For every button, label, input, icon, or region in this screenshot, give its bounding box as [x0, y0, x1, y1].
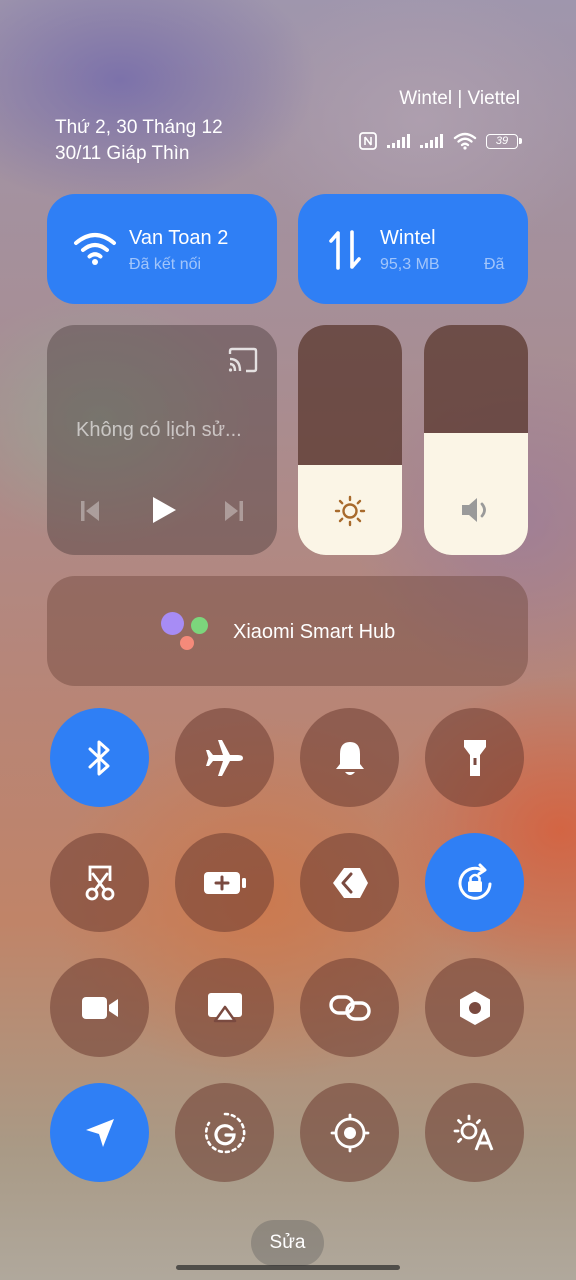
google-icon — [204, 1112, 245, 1153]
carrier-name: Wintel — [380, 227, 436, 249]
target-icon — [330, 1113, 369, 1152]
airplane-icon — [205, 739, 243, 776]
screen-cast-icon — [207, 992, 242, 1022]
flashlight-toggle[interactable] — [425, 708, 524, 807]
battery-icon: 39 — [486, 133, 522, 149]
wifi-icon — [453, 132, 477, 150]
silent-mode-toggle[interactable] — [300, 708, 399, 807]
home-indicator[interactable] — [176, 1265, 400, 1270]
settings-toggle[interactable] — [425, 958, 524, 1057]
rotation-lock-toggle[interactable] — [425, 833, 524, 932]
screen-cast-toggle[interactable] — [175, 958, 274, 1057]
status-icons: 39 — [358, 130, 522, 152]
flashlight-icon — [463, 739, 486, 776]
auto-brightness-icon — [453, 1114, 493, 1151]
video-camera-icon — [81, 996, 118, 1019]
signal-icon — [387, 134, 410, 148]
media-player[interactable]: Không có lịch sử... — [47, 325, 277, 555]
smart-hub-label: Xiaomi Smart Hub — [233, 621, 396, 643]
bluetooth-toggle[interactable] — [50, 708, 149, 807]
smart-hub-icon — [161, 612, 211, 652]
link-toggle[interactable] — [300, 958, 399, 1057]
cast-icon[interactable] — [227, 347, 259, 373]
wifi-icon — [74, 233, 116, 265]
previous-icon[interactable] — [79, 499, 101, 523]
link-icon — [328, 994, 371, 1021]
speaker-icon — [462, 498, 486, 522]
rotation-lock-icon — [458, 863, 491, 900]
battery-saver-toggle[interactable] — [175, 833, 274, 932]
date-label: Thứ 2, 30 Tháng 12 — [55, 117, 223, 138]
data-usage-suffix: Đã — [484, 256, 505, 273]
wifi-name: Van Toan 2 — [129, 227, 229, 249]
auto-brightness-toggle[interactable] — [425, 1083, 524, 1182]
data-usage: 95,3 MB — [380, 256, 440, 273]
battery-saver-icon — [203, 871, 246, 894]
lunar-date-label: 30/11 Giáp Thìn — [55, 143, 190, 164]
location-arrow-icon — [85, 1118, 114, 1147]
bell-icon — [335, 741, 364, 775]
brightness-slider[interactable] — [298, 325, 402, 555]
play-icon[interactable] — [150, 495, 178, 525]
signal-icon — [420, 134, 443, 148]
media-status-text: Không có lịch sử... — [76, 419, 242, 441]
share-toggle[interactable] — [300, 833, 399, 932]
next-icon[interactable] — [223, 499, 245, 523]
screenshot-icon — [85, 865, 114, 900]
share-icon — [332, 867, 368, 898]
airplane-mode-toggle[interactable] — [175, 708, 274, 807]
location-toggle[interactable] — [50, 1083, 149, 1182]
mobile-data-tile[interactable]: Wintel 95,3 MB Đã — [298, 194, 528, 304]
google-toggle[interactable] — [175, 1083, 274, 1182]
mobile-data-icon — [329, 230, 361, 270]
carrier-label: Wintel | Viettel — [399, 88, 520, 109]
volume-slider[interactable] — [424, 325, 528, 555]
sun-icon — [334, 495, 366, 527]
edit-button[interactable]: Sửa — [251, 1220, 324, 1266]
focus-toggle[interactable] — [300, 1083, 399, 1182]
screenshot-toggle[interactable] — [50, 833, 149, 932]
wifi-status: Đã kết nối — [129, 256, 202, 273]
battery-level: 39 — [495, 135, 509, 147]
smart-hub-tile[interactable]: Xiaomi Smart Hub — [47, 576, 528, 686]
wifi-tile[interactable]: Van Toan 2 Đã kết nối — [47, 194, 277, 304]
bluetooth-icon — [88, 740, 109, 775]
nfc-icon — [359, 132, 377, 150]
screen-recorder-toggle[interactable] — [50, 958, 149, 1057]
hexagon-settings-icon — [459, 990, 490, 1025]
